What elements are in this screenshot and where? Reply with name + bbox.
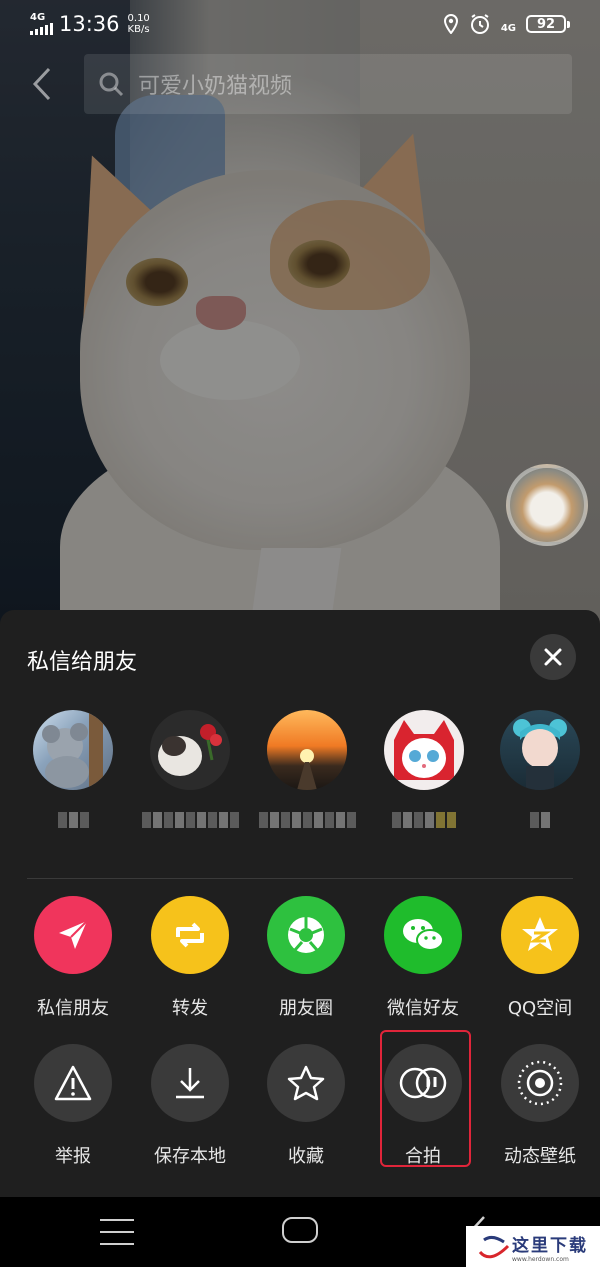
search-icon — [99, 72, 124, 97]
creator-avatar[interactable] — [506, 464, 588, 546]
share-private-message-button[interactable]: 私信朋友 — [15, 896, 131, 1020]
koala-avatar — [33, 710, 113, 790]
tool-action-label: 动态壁纸 — [504, 1146, 576, 1167]
friend-item[interactable] — [382, 710, 466, 830]
share-sheet: 私信给朋友 私信朋友 转发 朋友圈 微信好友 QQ空间 举报 保存本地 收藏 合… — [0, 610, 600, 1200]
friend-name-blurred — [392, 812, 456, 830]
search-header: 可爱小奶猫视频 — [0, 52, 600, 114]
status-time: 13:36 — [59, 12, 120, 36]
share-action-label: QQ空间 — [507, 998, 573, 1019]
friend-item[interactable] — [31, 710, 115, 830]
share-moments-button[interactable]: 朋友圈 — [248, 896, 364, 1020]
live-wallpaper-icon — [501, 1044, 579, 1122]
network-type-label-2: 4G — [500, 23, 516, 34]
duet-highlight-box — [380, 1030, 471, 1167]
tool-action-label: 保存本地 — [154, 1146, 226, 1167]
watermark-brand: 这里下载 — [512, 1235, 588, 1256]
share-wechat-button[interactable]: 微信好友 — [365, 896, 481, 1020]
location-icon — [443, 14, 458, 34]
share-action-label: 私信朋友 — [37, 998, 109, 1019]
tool-action-label: 举报 — [55, 1146, 91, 1167]
star-icon — [267, 1044, 345, 1122]
network-speed-value: 0.10 — [127, 13, 150, 24]
warning-icon — [34, 1044, 112, 1122]
sheet-title: 私信给朋友 — [27, 650, 138, 675]
search-input[interactable]: 可爱小奶猫视频 — [84, 54, 572, 114]
status-bar: 4G 13:36 0.10 KB/s 4G 92 — [0, 0, 600, 48]
search-query-text: 可爱小奶猫视频 — [138, 74, 293, 99]
live-wallpaper-button[interactable]: 动态壁纸 — [482, 1044, 598, 1168]
network-type-label: 4G — [30, 12, 46, 23]
friend-item[interactable] — [141, 710, 239, 830]
network-speed-unit: KB/s — [127, 24, 150, 35]
moments-icon — [267, 896, 345, 974]
site-watermark: 这里下载 www.herdown.com — [466, 1226, 600, 1267]
cell-signal: 4G — [30, 13, 53, 35]
battery-level: 92 — [526, 15, 566, 33]
friend-name-blurred — [141, 812, 239, 830]
chevron-left-icon — [32, 67, 51, 101]
wechat-icon — [384, 896, 462, 974]
cat-with-flower-avatar — [150, 710, 230, 790]
signal-bars-icon — [30, 23, 53, 35]
battery-indicator: 92 — [526, 15, 570, 33]
close-button[interactable] — [530, 634, 576, 680]
friend-item[interactable] — [258, 710, 356, 830]
close-icon — [544, 648, 562, 666]
repost-button[interactable]: 转发 — [132, 896, 248, 1020]
cell-signal-2: 4G — [501, 12, 516, 36]
sunset-avatar — [267, 710, 347, 790]
friends-row — [0, 710, 600, 850]
anime-girl-avatar — [500, 710, 580, 790]
repost-icon — [151, 896, 229, 974]
friend-name-blurred — [530, 812, 550, 830]
menu-icon[interactable] — [100, 1219, 134, 1245]
home-icon[interactable] — [282, 1217, 318, 1243]
share-action-label: 朋友圈 — [279, 998, 333, 1019]
divider — [27, 878, 573, 879]
qzone-icon — [501, 896, 579, 974]
alarm-icon — [470, 14, 489, 34]
save-local-button[interactable]: 保存本地 — [132, 1044, 248, 1168]
back-button[interactable] — [26, 64, 58, 104]
watermark-logo-icon — [478, 1235, 510, 1258]
report-button[interactable]: 举报 — [15, 1044, 131, 1168]
favorite-button[interactable]: 收藏 — [248, 1044, 364, 1168]
share-action-label: 微信好友 — [387, 998, 459, 1019]
friend-name-blurred — [57, 812, 89, 830]
watermark-url: www.herdown.com — [512, 1255, 569, 1263]
red-hood-cat-avatar — [384, 710, 464, 790]
share-action-label: 转发 — [172, 998, 208, 1019]
share-qzone-button[interactable]: QQ空间 — [482, 896, 598, 1020]
status-icons: 4G 92 — [443, 12, 570, 36]
send-icon — [34, 896, 112, 974]
network-speed: 0.10 KB/s — [128, 13, 150, 35]
friend-name-blurred — [258, 812, 356, 830]
friend-item[interactable] — [498, 710, 582, 830]
download-icon — [151, 1044, 229, 1122]
tool-action-label: 收藏 — [288, 1146, 324, 1167]
